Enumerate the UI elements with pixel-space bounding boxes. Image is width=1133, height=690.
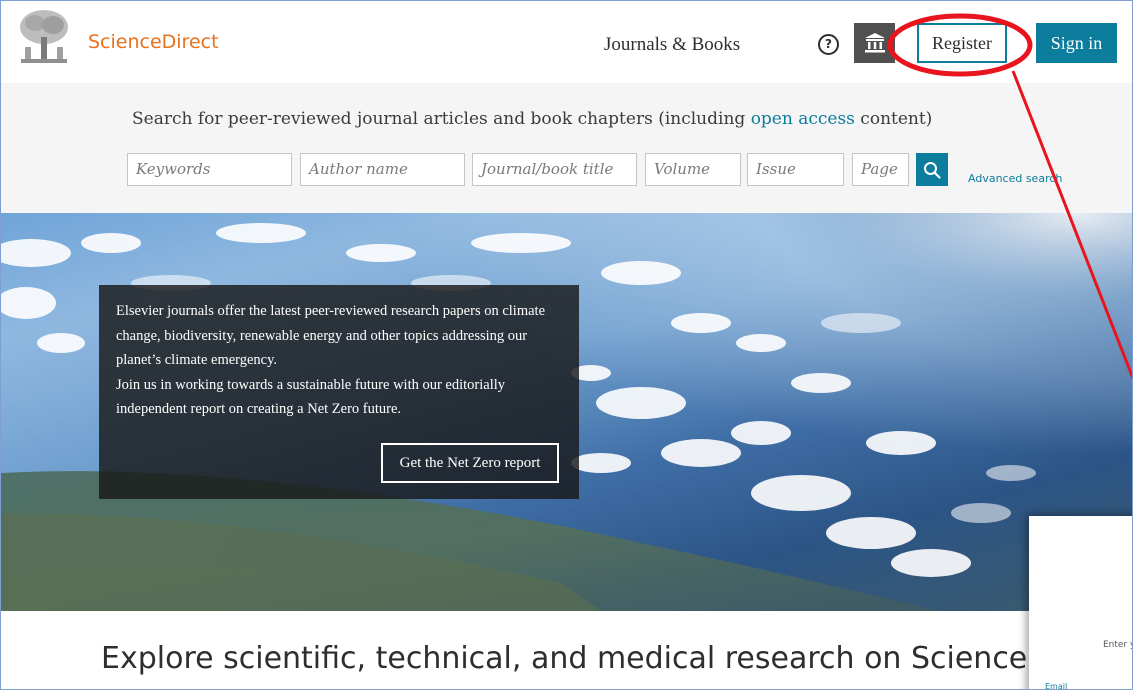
search-intro-text: Search for peer-reviewed journal article… bbox=[132, 109, 932, 129]
hero-text: Elsevier journals offer the latest peer-… bbox=[116, 299, 566, 422]
elsevier-tree-logo[interactable] bbox=[15, 7, 73, 69]
journal-book-title-input[interactable]: Journal/book title bbox=[472, 153, 637, 186]
search-section: Search for peer-reviewed journal article… bbox=[1, 83, 1132, 213]
author-name-input[interactable]: Author name bbox=[300, 153, 465, 186]
hero-text-paragraph-2: Join us in working towards a sustainable… bbox=[116, 376, 506, 418]
site-header: ScienceDirect Journals & Books ? Registe… bbox=[1, 1, 1132, 83]
institution-button[interactable] bbox=[854, 23, 895, 63]
side-panel-enter-text: Enter y bbox=[1103, 640, 1133, 650]
issue-input[interactable]: Issue bbox=[747, 153, 844, 186]
net-zero-report-button[interactable]: Get the Net Zero report bbox=[381, 443, 559, 483]
page-input[interactable]: Page bbox=[852, 153, 909, 186]
sign-in-button[interactable]: Sign in bbox=[1036, 23, 1117, 63]
search-intro-before: Search for peer-reviewed journal article… bbox=[132, 109, 751, 129]
explore-heading: Explore scientific, technical, and medic… bbox=[101, 641, 1072, 676]
hero-promo-box: Elsevier journals offer the latest peer-… bbox=[99, 285, 579, 499]
page-frame: ScienceDirect Journals & Books ? Registe… bbox=[0, 0, 1133, 690]
journals-books-link[interactable]: Journals & Books bbox=[604, 34, 740, 56]
side-panel-email-label: Email bbox=[1045, 682, 1068, 690]
volume-input[interactable]: Volume bbox=[645, 153, 741, 186]
hero-text-paragraph-1: Elsevier journals offer the latest peer-… bbox=[116, 303, 546, 368]
search-intro-after: content) bbox=[854, 109, 933, 129]
help-icon[interactable]: ? bbox=[818, 34, 839, 55]
keywords-input[interactable]: Keywords bbox=[127, 153, 292, 186]
advanced-search-link[interactable]: Advanced search bbox=[968, 172, 1062, 185]
institution-icon bbox=[864, 33, 885, 53]
side-signin-panel: Enter y Email bbox=[1029, 516, 1133, 690]
brand-name[interactable]: ScienceDirect bbox=[88, 31, 219, 53]
hero-banner: Elsevier journals offer the latest peer-… bbox=[1, 213, 1132, 611]
register-button[interactable]: Register bbox=[917, 23, 1007, 63]
search-icon bbox=[924, 161, 941, 179]
search-submit-button[interactable] bbox=[916, 153, 948, 186]
open-access-link[interactable]: open access bbox=[751, 109, 855, 129]
